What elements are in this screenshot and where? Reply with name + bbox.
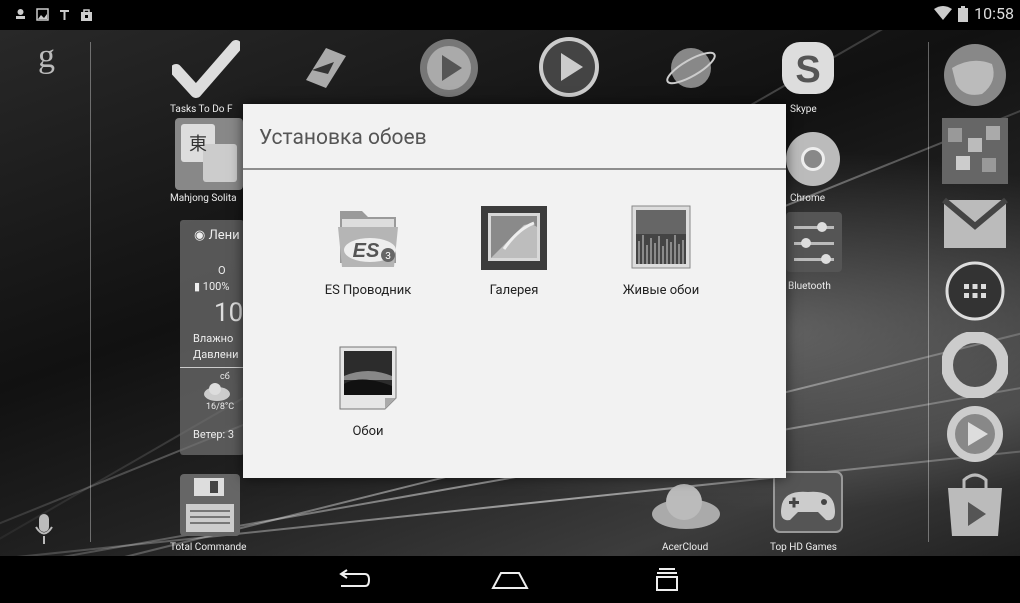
wallpaper-chooser-dialog: Установка обоев ES 3 ES Проводник Галере… bbox=[243, 104, 786, 478]
app-label-tasks: Tasks To Do F bbox=[170, 104, 233, 115]
play-music-icon[interactable] bbox=[944, 404, 1006, 464]
all-apps-icon[interactable] bbox=[944, 260, 1006, 322]
app-label-acercloud: AcerCloud bbox=[662, 542, 709, 553]
back-button[interactable] bbox=[318, 556, 388, 603]
gamepad-icon[interactable] bbox=[772, 470, 844, 534]
weather-wind: Ветер: 3 bbox=[193, 428, 235, 441]
navigation-bar bbox=[0, 556, 1020, 603]
svg-text:S: S bbox=[795, 49, 820, 91]
svg-text:3: 3 bbox=[385, 251, 391, 262]
chrome-icon[interactable] bbox=[784, 130, 842, 188]
weather-pressure: Давлени bbox=[193, 348, 239, 361]
skype-icon[interactable]: S bbox=[778, 38, 838, 98]
option-label-live-wallpapers: Живые обои bbox=[622, 283, 700, 298]
wallpapers-icon bbox=[339, 346, 397, 410]
app-label-mahjong: Mahjong Solita bbox=[170, 193, 237, 204]
bluetooth-settings-icon[interactable] bbox=[786, 212, 842, 272]
home-icon bbox=[491, 571, 529, 589]
wifi-icon bbox=[934, 6, 953, 20]
weather-forecast: 16/8°С bbox=[206, 402, 235, 412]
t-notification-icon bbox=[60, 10, 69, 20]
mahjong-icon[interactable]: 東 bbox=[175, 118, 243, 190]
play-store-icon[interactable] bbox=[944, 470, 1006, 540]
option-label-gallery: Галерея bbox=[489, 283, 539, 298]
checkmark-icon[interactable] bbox=[172, 40, 240, 100]
option-wallpapers[interactable]: Обои bbox=[288, 346, 448, 456]
weather-widget[interactable]: ◉ Лени О ▮ 100% 10 Влажно Давлени сб 16/… bbox=[180, 220, 244, 455]
gallery-icon bbox=[481, 206, 547, 270]
recent-apps-icon bbox=[656, 567, 678, 591]
battery-icon bbox=[958, 5, 969, 22]
usb-debug-icon bbox=[16, 9, 25, 19]
app-label-top-hd-games: Top HD Games bbox=[770, 542, 837, 553]
voice-search-mic-icon[interactable] bbox=[33, 512, 55, 546]
cloud-icon[interactable] bbox=[650, 480, 722, 530]
option-label-wallpapers: Обои bbox=[352, 424, 384, 439]
dialog-title: Установка обоев bbox=[259, 126, 427, 150]
media-player-icon[interactable] bbox=[418, 37, 480, 99]
option-label-es-explorer: ES Проводник bbox=[324, 283, 412, 298]
option-es-explorer[interactable]: ES 3 ES Проводник bbox=[288, 205, 448, 315]
app-label-skype: Skype bbox=[790, 104, 817, 115]
mosaic-app-icon[interactable] bbox=[942, 118, 1008, 184]
globe-icon[interactable] bbox=[942, 42, 1008, 108]
svg-text:ES: ES bbox=[353, 240, 380, 262]
shopping-bag-icon bbox=[81, 9, 92, 21]
left-dock-divider bbox=[90, 42, 91, 542]
ring-app-icon[interactable] bbox=[942, 332, 1008, 398]
app-label-bluetooth: Bluetooth bbox=[788, 281, 831, 292]
recent-apps-button[interactable] bbox=[632, 556, 702, 603]
back-icon bbox=[339, 568, 371, 587]
google-search-icon[interactable]: g bbox=[38, 38, 55, 76]
weather-battery: ▮ 100% bbox=[194, 280, 230, 293]
option-gallery[interactable]: Галерея bbox=[434, 205, 594, 315]
app-label-chrome: Chrome bbox=[790, 193, 826, 204]
planet-app-icon[interactable] bbox=[662, 40, 720, 96]
live-wallpaper-icon bbox=[631, 205, 691, 269]
home-button[interactable] bbox=[475, 556, 545, 603]
image-notification-icon bbox=[36, 8, 49, 21]
es-explorer-icon: ES 3 bbox=[338, 211, 398, 267]
svg-text:東: 東 bbox=[189, 134, 207, 155]
right-dock-divider bbox=[928, 42, 929, 542]
status-bar: 10:58 bbox=[0, 0, 1020, 30]
app-label-total-commander: Total Commande bbox=[170, 542, 247, 553]
weather-humidity: Влажно bbox=[193, 332, 234, 345]
cloud-weather-icon bbox=[204, 383, 230, 401]
option-live-wallpapers[interactable]: Живые обои bbox=[581, 205, 741, 315]
video-player-icon[interactable] bbox=[537, 35, 601, 99]
weather-line-o: О bbox=[218, 264, 226, 277]
clock: 10:58 bbox=[974, 4, 1014, 23]
weather-temperature: 10 bbox=[214, 298, 244, 328]
gmail-icon[interactable] bbox=[942, 192, 1008, 252]
sync-app-icon[interactable] bbox=[298, 40, 354, 96]
widget-divider bbox=[180, 367, 244, 368]
dialog-title-divider bbox=[243, 168, 786, 170]
floppy-icon[interactable] bbox=[180, 474, 240, 536]
weather-city: ◉ Лени bbox=[194, 228, 240, 243]
